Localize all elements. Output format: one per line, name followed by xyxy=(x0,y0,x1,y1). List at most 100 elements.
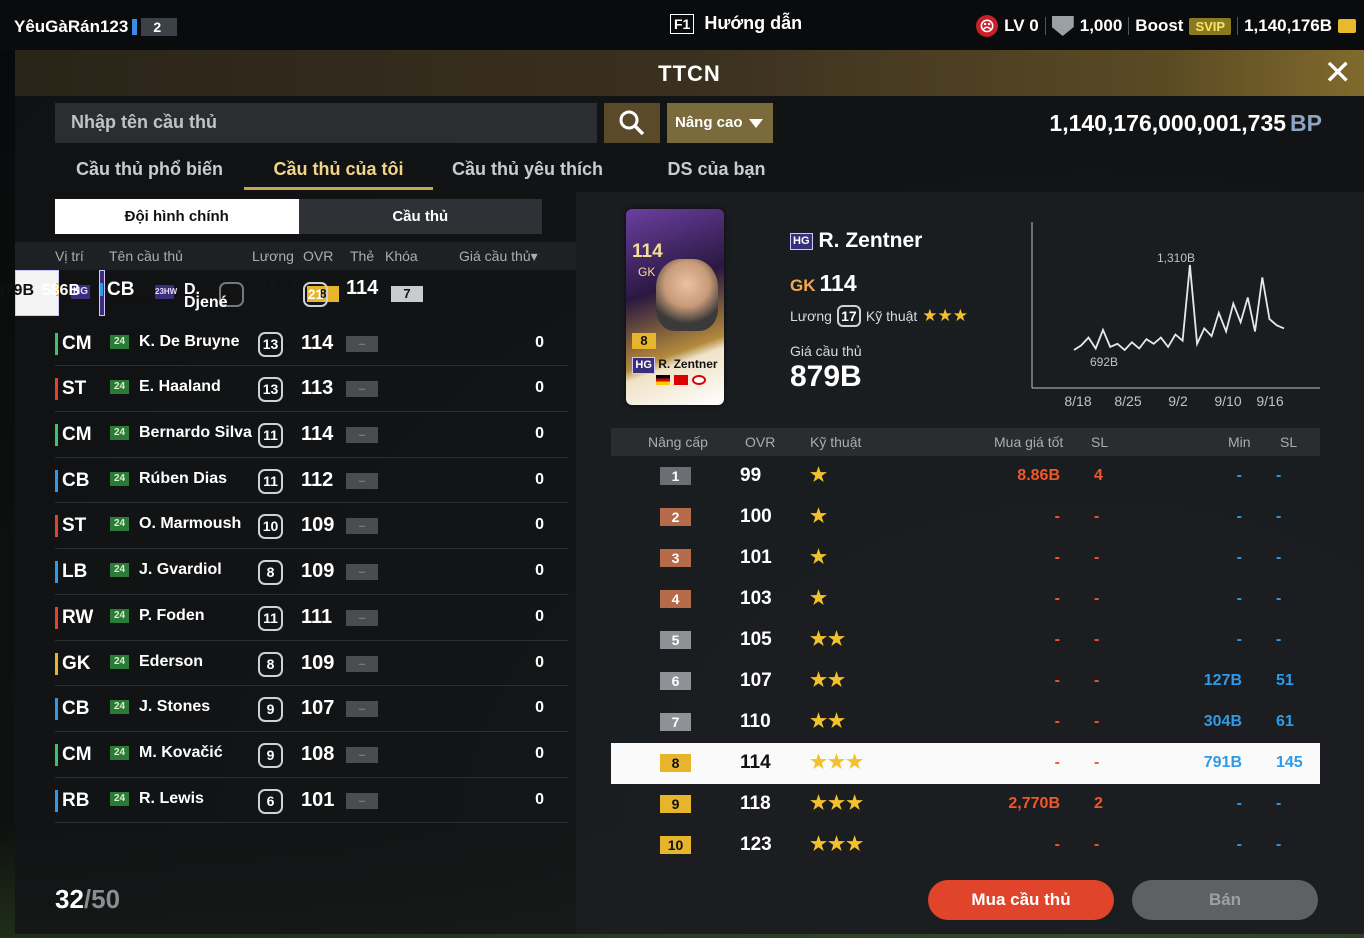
upgrade-row[interactable]: 2 100 ★ - - - - xyxy=(611,497,1320,538)
upgrade-level-badge: 9 xyxy=(660,795,691,813)
th-min: Min xyxy=(1228,434,1251,450)
player-pos: GK xyxy=(55,652,91,675)
close-icon[interactable]: ✕ xyxy=(1324,56,1353,90)
player-pos: RB xyxy=(55,789,89,812)
svip-badge[interactable]: SVIP xyxy=(1189,17,1232,35)
user-info[interactable]: YêuGàRán123 2 xyxy=(14,17,178,37)
upgrade-row[interactable]: 7 110 ★★ - - 304B 61 xyxy=(611,702,1320,743)
count-current: 32 xyxy=(55,884,84,914)
tab-your-list[interactable]: DS của bạn xyxy=(622,156,811,190)
player-row[interactable]: CM 24 M. Kovačić 9 108– 0 xyxy=(55,732,568,778)
chevron-down-icon xyxy=(749,119,763,128)
upgrade-stars: ★★ xyxy=(810,670,847,691)
subtab-players[interactable]: Cầu thủ xyxy=(298,199,542,234)
player-row[interactable]: RB 24 R. Lewis 6 101– 0 xyxy=(55,778,568,824)
col-name[interactable]: Tên cầu thủ xyxy=(109,248,183,264)
sell-button[interactable]: Bán xyxy=(1132,880,1318,920)
search-input[interactable]: Nhập tên cầu thủ xyxy=(55,103,597,143)
advanced-filter-dropdown[interactable]: Nâng cao xyxy=(667,103,773,143)
player-name: Bernardo Silva xyxy=(139,424,252,442)
upgrade-min-price: - xyxy=(1236,467,1242,484)
player-row[interactable]: CM 24 Bernardo Silva 11 114– 0 xyxy=(55,412,568,458)
upgrade-buy-price: - xyxy=(1054,713,1060,730)
col-price[interactable]: Giá cầu thủ▾ xyxy=(459,248,538,265)
player-row[interactable]: GK 24 Ederson 8 109– 0 xyxy=(55,641,568,687)
upgrade-row[interactable]: 4 103 ★ - - - - xyxy=(611,579,1320,620)
boost-label[interactable]: Boost xyxy=(1135,16,1183,36)
th-sl: SL xyxy=(1091,434,1109,450)
card-ovr: 114 xyxy=(632,241,663,262)
col-ovr[interactable]: OVR xyxy=(303,248,333,264)
divider xyxy=(1044,17,1046,35)
subtab-main-squad[interactable]: Đội hình chính xyxy=(55,199,299,234)
player-list: GKHGR. Zentner171148879BCB23HWD. Djené21… xyxy=(0,270,576,824)
upgrade-ovr: 118 xyxy=(740,793,771,814)
col-lock[interactable]: Khóa xyxy=(385,248,418,264)
season-badge: 24 xyxy=(110,471,129,486)
player-ovr: 107 xyxy=(301,697,335,720)
upgrade-row[interactable]: 9 118 ★★★ 2,770B 2 - - xyxy=(611,784,1320,825)
upgrade-min-price: - xyxy=(1236,590,1242,607)
player-pos: GK xyxy=(790,276,816,295)
season-badge: HG xyxy=(790,232,813,250)
chart-x-tick: 9/16 xyxy=(1256,393,1283,409)
upgrade-stars: ★ xyxy=(810,588,829,609)
upgrade-min-count: - xyxy=(1276,467,1282,484)
card-season-badge: HG xyxy=(632,357,655,374)
col-card[interactable]: Thẻ xyxy=(350,248,374,264)
upgrade-buy-count: - xyxy=(1094,508,1100,525)
upgrade-row[interactable]: 6 107 ★★ - - 127B 51 xyxy=(611,661,1320,702)
tab-popular[interactable]: Cầu thủ phổ biến xyxy=(55,156,244,190)
player-row[interactable]: CB 23HW D. Djené 21 114 7 586B xyxy=(42,270,423,316)
player-price: 0 xyxy=(535,562,544,580)
card-level-badge: – xyxy=(346,655,378,672)
season-badge: 24 xyxy=(110,654,129,669)
f1-key: F1 xyxy=(670,13,695,34)
player-ovr: 114 xyxy=(301,331,334,354)
player-row[interactable]: LB 24 J. Gvardiol 8 109– 0 xyxy=(55,549,568,595)
card-name: HG R. Zentner xyxy=(626,357,724,374)
col-pos[interactable]: Vị trí xyxy=(55,248,84,264)
player-price: 0 xyxy=(535,516,544,534)
player-name: J. Gvardiol xyxy=(139,561,222,579)
upgrade-min-count: - xyxy=(1276,631,1282,648)
rank-level: LV 0 xyxy=(1004,16,1039,35)
buy-player-button[interactable]: Mua cầu thủ xyxy=(928,880,1114,920)
player-row[interactable]: CB 24 Rúben Dias 11 112– 0 xyxy=(55,458,568,504)
season-badge: 24 xyxy=(110,334,129,349)
col-wage[interactable]: Lương xyxy=(252,248,294,264)
player-pos: CM xyxy=(55,743,92,766)
search-button[interactable] xyxy=(604,103,660,143)
player-name: E. Haaland xyxy=(139,378,221,396)
guide-button[interactable]: F1 Hướng dẫn xyxy=(670,13,802,34)
player-row[interactable]: ST 24 E. Haaland 13 113– 0 xyxy=(55,366,568,413)
tab-my-players[interactable]: Cầu thủ của tôi xyxy=(244,156,433,190)
upgrade-row[interactable]: 8 114 ★★★ - - 791B 145 xyxy=(611,743,1320,784)
player-row[interactable]: CB 24 J. Stones 9 107– 0 xyxy=(55,686,568,732)
card-level-badge: – xyxy=(346,701,378,718)
upgrade-min-price: - xyxy=(1236,836,1242,853)
tab-favorites[interactable]: Cầu thủ yêu thích xyxy=(433,156,622,190)
upgrade-row[interactable]: 10 123 ★★★ - - - - xyxy=(611,825,1320,866)
rank-face-icon: ☹ xyxy=(976,15,999,37)
upgrade-row[interactable]: 5 105 ★★ - - - - xyxy=(611,620,1320,661)
shield-value: 1,000 xyxy=(1079,16,1123,35)
upgrade-stars: ★★ xyxy=(810,711,847,732)
player-price: 0 xyxy=(535,744,544,762)
upgrade-row[interactable]: 3 101 ★ - - - - xyxy=(611,538,1320,579)
chart-series-line xyxy=(1073,264,1285,352)
upgrade-min-price: 791B xyxy=(1203,754,1242,771)
player-row[interactable]: ST 24 O. Marmoush 10 109– 0 xyxy=(55,503,568,550)
upgrade-buy-count: 4 xyxy=(1094,467,1103,484)
chart-x-tick: 9/10 xyxy=(1214,393,1241,409)
player-card[interactable]: 114 GK 8 HG R. Zentner xyxy=(626,209,724,405)
player-row[interactable]: CM 24 K. De Bruyne 13 114– 0 xyxy=(55,321,568,367)
card-player-name: R. Zentner xyxy=(658,357,718,371)
wage-badge: 6 xyxy=(258,788,283,814)
player-ovr: 114 xyxy=(262,277,295,299)
player-row[interactable]: RW 24 P. Foden 11 111–0 xyxy=(55,595,568,641)
upgrade-row[interactable]: 1 99 ★ 8.86B 4 - - xyxy=(611,456,1320,497)
wage-badge: 11 xyxy=(258,468,283,494)
upgrade-level-badge: 5 xyxy=(660,631,691,649)
upgrade-min-count: - xyxy=(1276,795,1282,812)
